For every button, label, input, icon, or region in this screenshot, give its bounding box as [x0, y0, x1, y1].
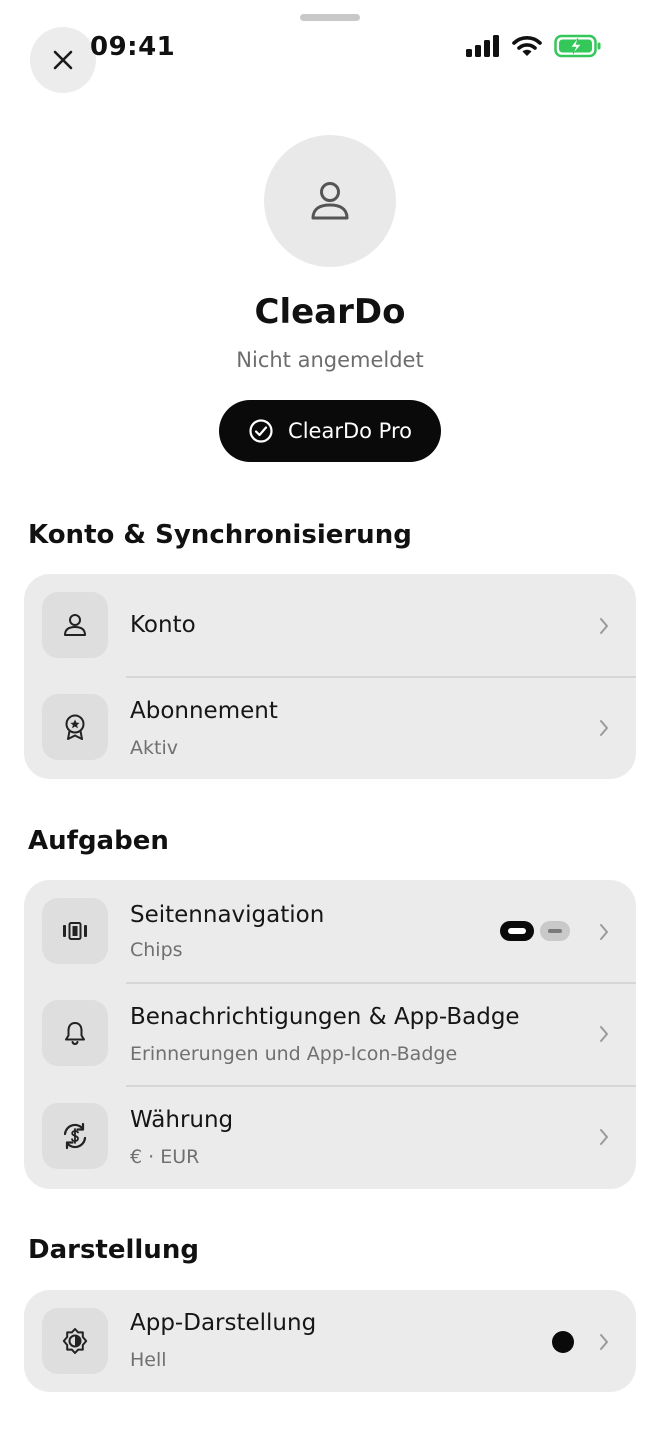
settings-row-benachrichtigungen[interactable]: Benachrichtigungen & App-Badge Erinnerun… — [24, 982, 636, 1085]
wifi-icon — [512, 36, 542, 56]
row-icon-tile — [42, 1000, 108, 1066]
row-divider — [126, 982, 636, 984]
settings-row-waehrung[interactable]: Währung € · EUR — [24, 1085, 636, 1188]
carousel-icon — [63, 922, 87, 940]
chip-active — [500, 921, 534, 941]
award-badge-icon — [65, 714, 85, 740]
appearance-group: App-Darstellung Hell — [24, 1290, 636, 1392]
chevron-right-icon — [600, 1026, 608, 1042]
currency-exchange-icon — [63, 1122, 87, 1150]
settings-row-abonnement[interactable]: Abonnement Aktiv — [24, 676, 636, 779]
cleardo-pro-button[interactable]: ClearDo Pro — [219, 400, 441, 462]
person-icon — [64, 614, 86, 636]
section-title-appearance: Darstellung — [28, 1235, 199, 1265]
row-title: Abonnement — [130, 698, 278, 724]
row-subtitle: € · EUR — [130, 1146, 200, 1168]
row-title: Seitennavigation — [130, 902, 325, 928]
row-icon-tile — [42, 592, 108, 658]
chevron-right-icon — [600, 618, 608, 634]
bell-icon — [65, 1022, 85, 1046]
pro-button-label: ClearDo Pro — [288, 419, 412, 443]
chip-style-preview — [500, 921, 570, 941]
row-divider — [126, 676, 636, 678]
settings-row-konto[interactable]: Konto — [24, 574, 636, 676]
row-icon-tile — [42, 1308, 108, 1374]
profile-avatar[interactable] — [264, 135, 396, 267]
row-subtitle: Erinnerungen und App-Icon-Badge — [130, 1043, 458, 1065]
chevron-right-icon — [600, 924, 608, 940]
chevron-right-icon — [600, 1129, 608, 1145]
row-title: Konto — [130, 612, 196, 638]
check-circle-icon — [249, 419, 273, 443]
chevron-right-icon — [600, 720, 608, 736]
close-icon — [53, 50, 73, 70]
login-status: Nicht angemeldet — [236, 348, 424, 372]
tasks-group: Seitennavigation Chips Benachrichtigunge… — [24, 880, 636, 1189]
row-subtitle: Hell — [130, 1349, 167, 1371]
chip-inactive — [540, 921, 570, 941]
battery-charging-icon — [554, 34, 601, 58]
app-name: ClearDo — [254, 292, 406, 332]
row-title: Benachrichtigungen & App-Badge — [130, 1004, 520, 1030]
theme-color-dot — [552, 1331, 574, 1353]
row-title: App-Darstellung — [130, 1310, 317, 1336]
row-divider — [126, 1085, 636, 1087]
row-icon-tile — [42, 1103, 108, 1169]
chevron-right-icon — [600, 1334, 608, 1350]
cellular-signal-icon — [466, 35, 499, 57]
close-button[interactable] — [30, 27, 96, 93]
sheet-grabber[interactable] — [300, 14, 360, 21]
row-icon-tile — [42, 898, 108, 964]
settings-sheet: 09:41 ClearDo Nicht angemeldet ClearDo P… — [0, 0, 660, 1434]
account-group: Konto Abonnement Aktiv — [24, 574, 636, 779]
settings-row-seitennavigation[interactable]: Seitennavigation Chips — [24, 880, 636, 982]
person-icon — [311, 182, 349, 220]
section-title-account: Konto & Synchronisierung — [28, 520, 412, 550]
settings-row-app-darstellung[interactable]: App-Darstellung Hell — [24, 1290, 636, 1392]
row-icon-tile — [42, 694, 108, 760]
row-title: Währung — [130, 1107, 234, 1133]
status-time: 09:41 — [90, 32, 176, 62]
row-subtitle: Chips — [130, 939, 183, 961]
row-subtitle: Aktiv — [130, 737, 178, 759]
status-indicators — [466, 34, 602, 58]
section-title-tasks: Aufgaben — [28, 826, 169, 856]
brightness-icon — [62, 1328, 88, 1354]
